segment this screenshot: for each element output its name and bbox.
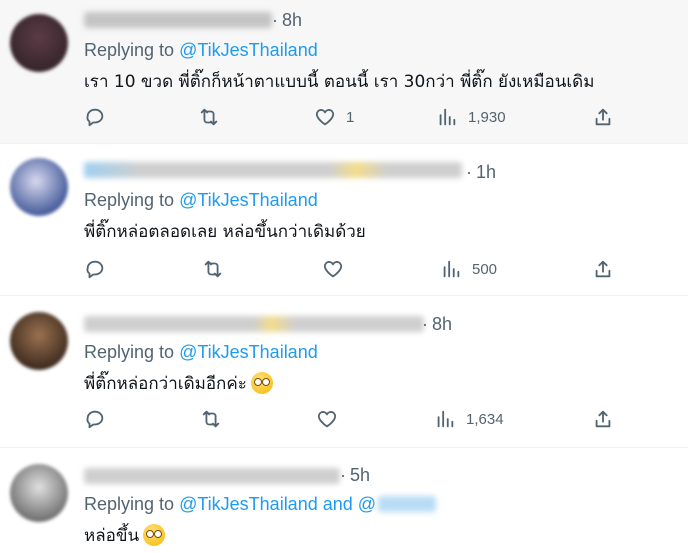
tweet-text: พี่ติ๊กหล่อตลอดเลย หล่อขึ้นกว่าเดิมด้วย	[84, 222, 366, 242]
share-icon	[595, 260, 611, 278]
avatar[interactable]	[10, 312, 68, 370]
retweet-button[interactable]	[198, 104, 220, 130]
blurred-mention	[378, 496, 437, 512]
share-button[interactable]	[592, 256, 614, 282]
blurred-username	[84, 468, 340, 484]
blurred-username	[84, 12, 272, 28]
mention-link[interactable]: @TikJesThailand and @	[179, 494, 437, 514]
retweet-icon	[202, 410, 220, 428]
like-count: 1	[346, 108, 355, 126]
retweet-icon	[204, 260, 222, 278]
like-button[interactable]: 1	[314, 104, 354, 130]
avatar[interactable]	[10, 14, 68, 72]
smiling-face-with-heart-eyes-emoji	[143, 524, 166, 546]
views-count: 500	[472, 260, 498, 278]
tweet-3[interactable]: · 8h Replying to @TikJesThailand พี่ติ๊กห…	[0, 296, 688, 448]
action-bar: 1,634	[84, 406, 624, 432]
tweet-text: เรา 10 ขวด พี่ติ๊กก็หน้าตาแบบนี้ ตอนนี้ …	[84, 72, 595, 92]
timestamp[interactable]: · 8h	[272, 10, 302, 31]
views-button[interactable]: 1,634	[434, 406, 504, 432]
reply-button[interactable]	[84, 406, 106, 432]
reply-button[interactable]	[84, 256, 106, 282]
action-bar: 500	[84, 256, 624, 282]
tweet-text: หล่อขึ้น	[84, 522, 166, 549]
share-button[interactable]	[592, 406, 614, 432]
heart-icon	[317, 411, 337, 428]
mention-link[interactable]: @TikJesThailand	[179, 190, 318, 210]
replying-to: Replying to @TikJesThailand	[84, 190, 318, 210]
views-button[interactable]: 500	[440, 256, 497, 282]
timestamp[interactable]: · 1h	[466, 162, 496, 183]
timestamp[interactable]: · 8h	[422, 314, 452, 335]
views-icon	[439, 108, 456, 126]
reply-icon	[86, 260, 104, 279]
tweet-1[interactable]: · 8h Replying to @TikJesThailand เรา 10 ข…	[0, 0, 688, 144]
share-icon	[595, 410, 611, 428]
blurred-username	[84, 316, 424, 332]
views-icon	[443, 260, 460, 278]
heart-icon	[323, 261, 343, 278]
views-count: 1,634	[466, 410, 504, 428]
tweet-4[interactable]: · 5h Replying to @TikJesThailand and @ หล…	[0, 448, 688, 553]
action-bar: 1 1,930	[84, 104, 624, 130]
mention-link[interactable]: @TikJesThailand	[179, 40, 318, 60]
views-count: 1,930	[468, 108, 506, 126]
mention-link[interactable]: @TikJesThailand	[179, 342, 318, 362]
replying-to: Replying to @TikJesThailand	[84, 40, 318, 60]
tweet-2[interactable]: · 1h Replying to @TikJesThailand พี่ติ๊กห…	[0, 144, 688, 296]
avatar[interactable]	[10, 464, 68, 522]
replying-to: Replying to @TikJesThailand and @	[84, 494, 437, 515]
retweet-button[interactable]	[200, 406, 222, 432]
reply-button[interactable]	[84, 104, 106, 130]
replying-to: Replying to @TikJesThailand	[84, 342, 318, 362]
like-button[interactable]	[316, 406, 338, 432]
avatar[interactable]	[10, 158, 68, 216]
retweet-button[interactable]	[202, 256, 224, 282]
reply-icon	[86, 410, 104, 429]
retweet-icon	[200, 108, 218, 126]
blurred-username	[84, 162, 462, 178]
views-button[interactable]: 1,930	[436, 104, 506, 130]
share-button[interactable]	[592, 104, 614, 130]
like-button[interactable]	[322, 256, 344, 282]
share-icon	[595, 108, 611, 126]
tweet-text: พี่ติ๊กหล่อกว่าเดิมอีกค่ะ	[84, 370, 273, 397]
reply-icon	[86, 108, 104, 127]
smiling-face-with-heart-eyes-emoji	[250, 372, 273, 394]
timestamp[interactable]: · 5h	[340, 465, 370, 486]
heart-icon	[315, 109, 335, 126]
views-icon	[437, 410, 454, 428]
